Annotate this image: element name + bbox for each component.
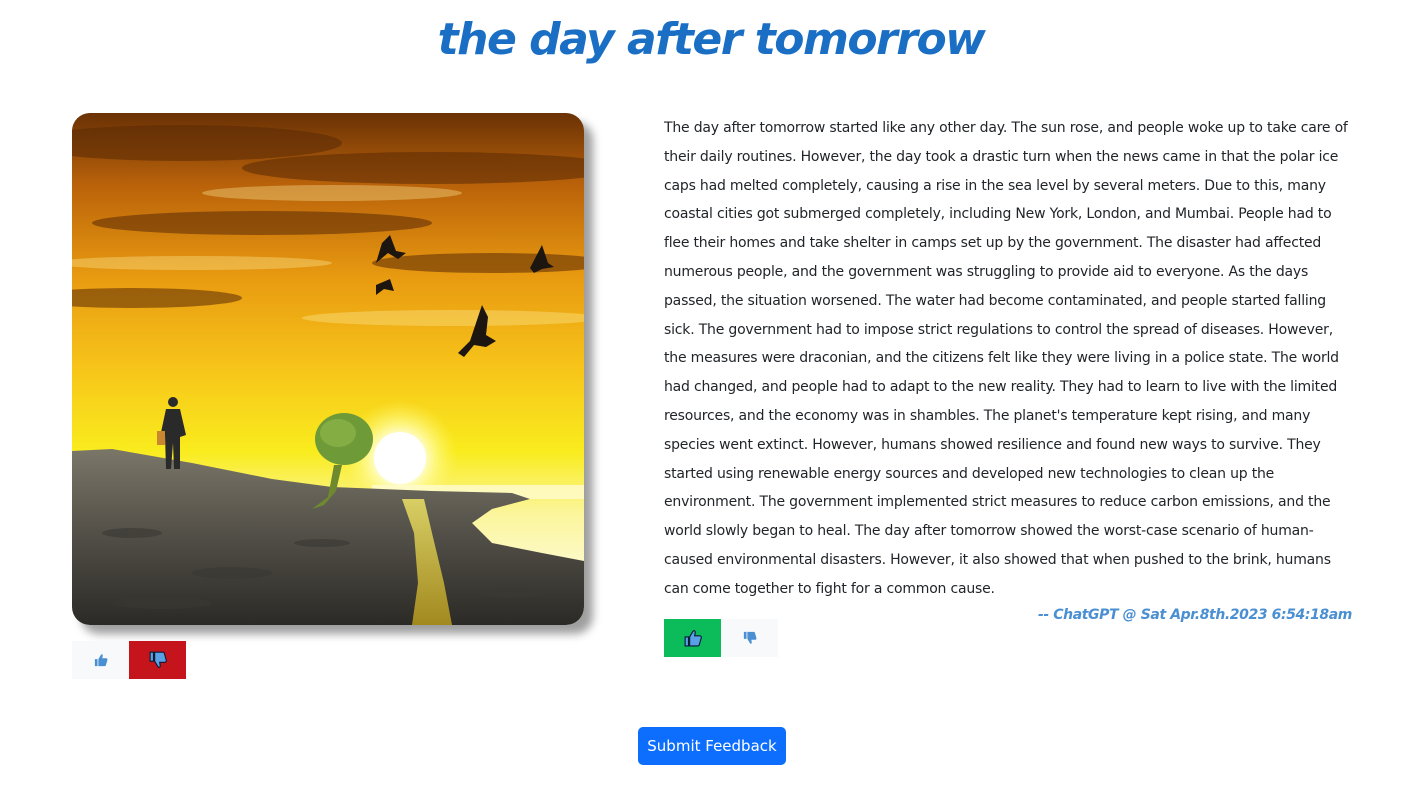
story-image-art bbox=[72, 113, 584, 625]
page: the day after tomorrow The day after tom… bbox=[0, 0, 1422, 800]
thumbs-up-icon bbox=[94, 654, 107, 667]
image-downvote-button[interactable] bbox=[129, 641, 186, 679]
submit-feedback-button[interactable]: Submit Feedback bbox=[638, 727, 786, 765]
thumbs-up-icon bbox=[684, 630, 702, 647]
story-text: The day after tomorrow started like any … bbox=[664, 120, 1348, 597]
page-title: the day after tomorrow bbox=[437, 14, 986, 65]
story-feedback bbox=[664, 619, 778, 657]
image-upvote-button[interactable] bbox=[72, 641, 129, 679]
story-downvote-button[interactable] bbox=[721, 619, 778, 657]
story-attribution: -- ChatGPT @ Sat Apr.8th.2023 6:54:18am bbox=[1037, 607, 1352, 623]
thumbs-down-icon bbox=[149, 651, 167, 668]
story-upvote-button[interactable] bbox=[664, 619, 721, 657]
story-image bbox=[72, 113, 584, 625]
thumbs-down-icon bbox=[743, 631, 756, 644]
image-feedback bbox=[72, 641, 186, 679]
